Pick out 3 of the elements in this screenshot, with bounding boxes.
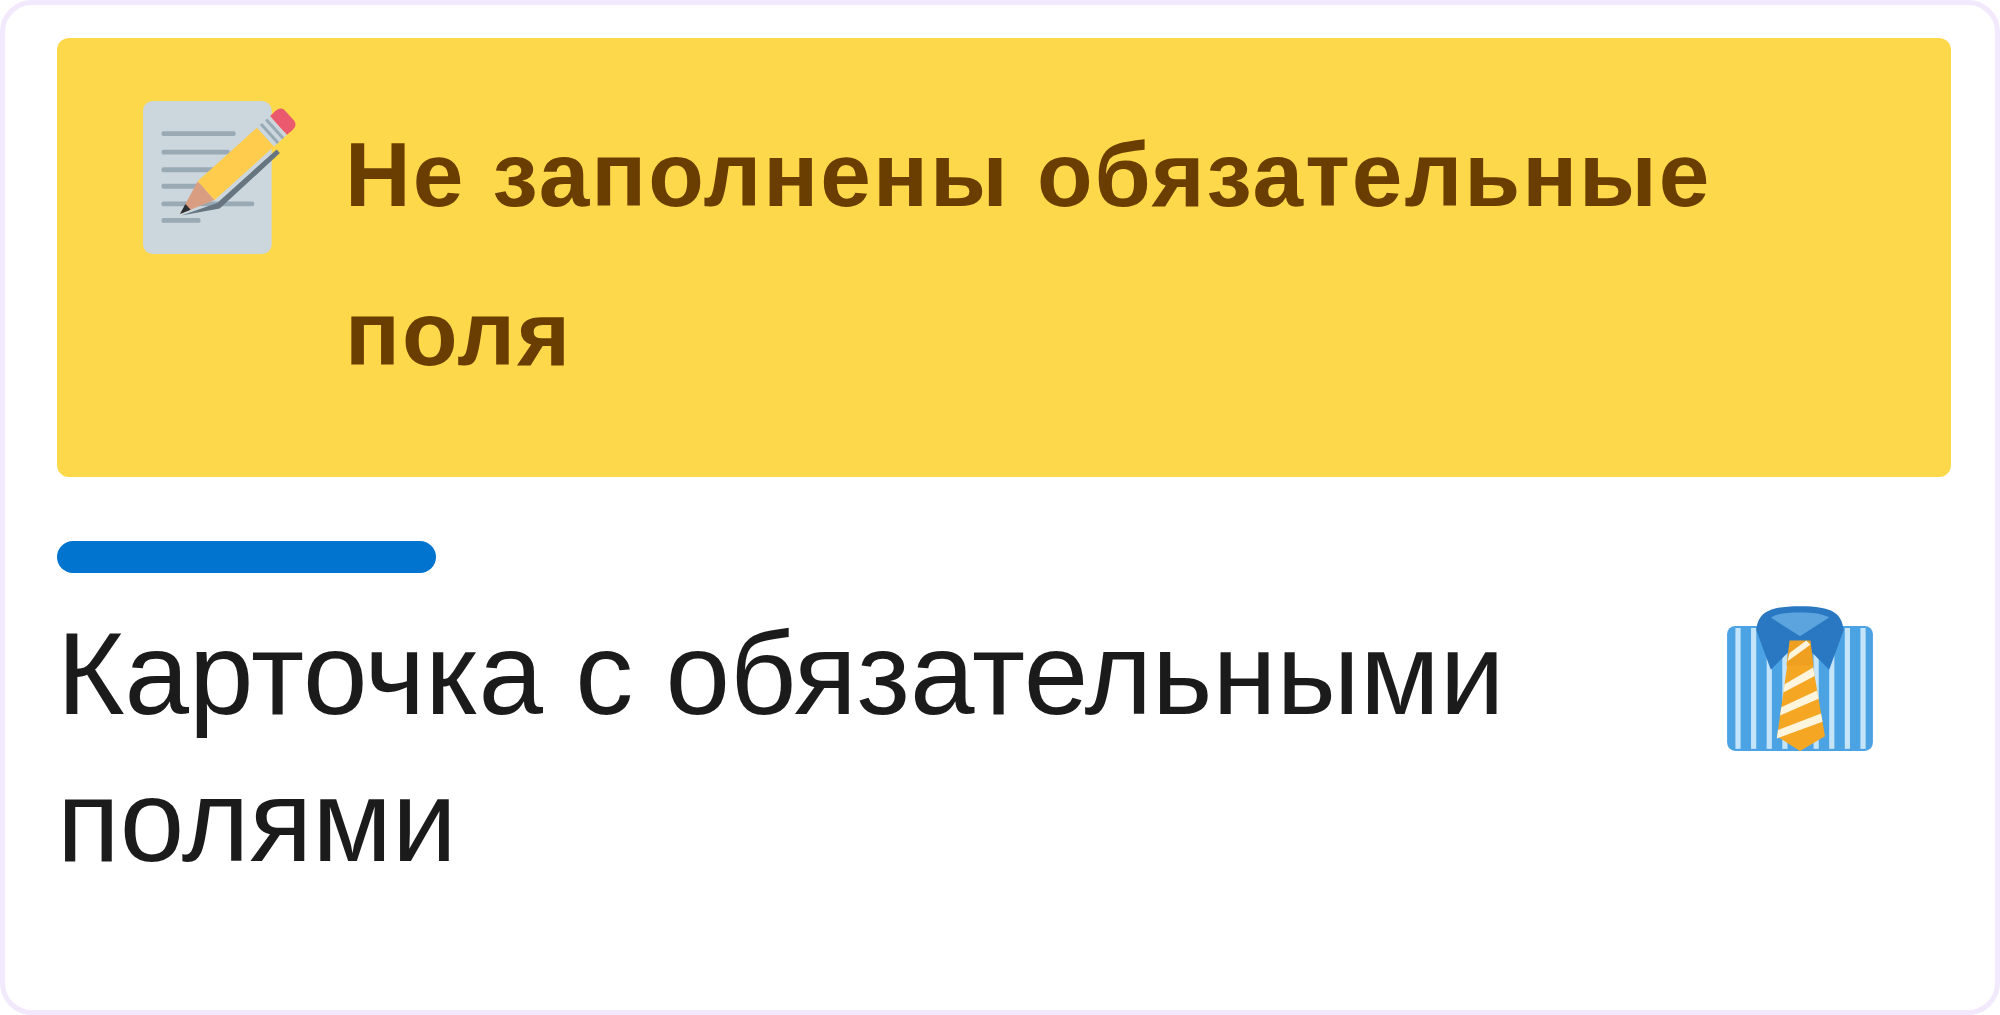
shirt-tie-icon: [1725, 603, 1875, 753]
card-title: Карточка с обязательными полями: [57, 608, 1506, 888]
warning-message: Не заполнены обязательные поля: [345, 123, 1713, 386]
